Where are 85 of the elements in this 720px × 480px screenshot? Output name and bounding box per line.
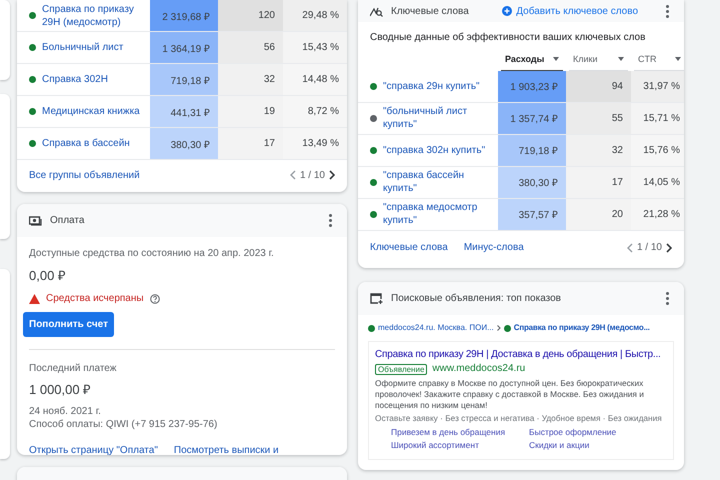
page-counter: 1 / 10 <box>636 242 662 253</box>
ad-callouts: Оставьте заявку · Без стресса и негатива · Удобное время · Без ожидания <box>375 413 663 425</box>
last-payment-amount: 1 000,00 ₽ <box>29 381 92 399</box>
table-cell: 719,18 ₽ <box>150 64 218 96</box>
table-cell: 17 <box>218 128 283 160</box>
table-cell: 14,48 % <box>283 64 347 96</box>
row-link[interactable]: Справка 302Н <box>42 73 108 86</box>
ad-description: Оформите справку в Москве по доступной цен. Без бюрократических проволочек! Закажите справку с доставкой в Москве. Без ожидания и посещения по низким ценам! <box>375 378 645 412</box>
sitelink[interactable]: Скидки и акции <box>529 440 667 451</box>
table-cell: 94 <box>566 70 631 102</box>
last-payment-date: 24 нояб. 2021 г. <box>29 404 102 418</box>
payment-method: Способ оплаты: QIWI (+7 915 237-95-76) <box>29 418 218 432</box>
table-cell: 15,71 % <box>631 102 684 134</box>
table-cell: 20 <box>566 198 631 230</box>
table-cell: 31,97 % <box>631 70 684 102</box>
sitelink[interactable]: Широкий ассортимент <box>391 440 529 451</box>
warning-text: Средства исчерпаны <box>46 292 144 306</box>
ad-url: www.meddocos24.ru <box>432 362 526 376</box>
table-cell: 19 <box>218 96 283 128</box>
table-cell: 357,57 ₽ <box>498 198 566 230</box>
status-dot <box>504 324 511 332</box>
ad-headline[interactable]: Справка по приказу 29Н | Доставка в день обращения | Быстр... <box>375 348 667 362</box>
row-link[interactable]: "справка медосмотр купить" <box>383 201 490 227</box>
card-title: Оплата <box>50 215 86 226</box>
row-link[interactable]: Медицинская книжка <box>42 105 140 118</box>
campaign-link[interactable]: meddocos24.ru. Москва. ПОИ... <box>378 323 494 334</box>
payment-link[interactable]: Посмотреть выписки и <box>174 444 279 455</box>
row-link[interactable]: "справка бассейн купить" <box>383 169 490 195</box>
add-icon <box>502 6 512 16</box>
next-page-button[interactable] <box>666 242 672 252</box>
table-cell: 56 <box>218 32 283 64</box>
table-cell: 13,49 % <box>283 128 347 160</box>
table-cell: 380,30 ₽ <box>498 166 566 198</box>
payment-link[interactable]: Открыть страницу "Оплата" <box>29 444 158 455</box>
sitelink[interactable]: Быстрое оформление <box>529 426 667 438</box>
table-cell: 8,72 % <box>283 96 347 128</box>
row-link[interactable]: Справка по приказу 29Н (медосмотр) <box>42 2 142 28</box>
table-cell: 32 <box>566 134 631 166</box>
add-keyword-button[interactable]: Добавить ключевое слово <box>502 6 638 16</box>
keyword-search-icon <box>370 6 383 16</box>
keywords-link[interactable]: Минус-слова <box>464 241 524 254</box>
keywords-summary-title: Сводные данные об эффективности ваших ключевых слов <box>370 31 646 44</box>
table-cell: 1 357,74 ₽ <box>498 102 566 134</box>
previous-page-button[interactable] <box>290 170 296 180</box>
row-link[interactable]: "справка 302н купить" <box>383 144 486 156</box>
balance-amount: 0,00 ₽ <box>29 266 67 284</box>
table-cell: 380,30 ₽ <box>150 128 218 160</box>
table-cell: 120 <box>218 0 283 32</box>
all-ad-groups-link[interactable]: Все группы объявлений <box>29 168 140 182</box>
row-link[interactable]: Справка в бассейн <box>42 137 130 150</box>
next-page-button[interactable] <box>329 170 335 180</box>
row-link[interactable]: Больничный лист <box>42 41 124 54</box>
ad-group-link[interactable]: Справка по приказу 29Н (медосмо... <box>514 323 650 334</box>
help-icon <box>150 294 160 304</box>
table-cell: 29,48 % <box>283 0 347 32</box>
last-payment-label: Последний платеж <box>29 362 118 376</box>
row-link[interactable]: "справка 29н купить" <box>383 80 480 92</box>
top-up-button[interactable]: Пополнить счет <box>23 312 114 337</box>
table-cell: 21,28 % <box>631 198 684 230</box>
warning-icon <box>29 294 40 304</box>
table-cell: 2 319,68 ₽ <box>150 0 218 32</box>
card-title: Поисковые объявления: топ показов <box>391 293 562 304</box>
available-funds-label: Доступные средства по состоянию на 20 апр. 2023 г. <box>29 247 275 260</box>
table-cell: 55 <box>566 102 631 134</box>
chevron-icon <box>496 325 501 332</box>
card-title: Ключевые слова <box>391 6 470 16</box>
table-cell: 15,43 % <box>283 32 347 64</box>
previous-page-button[interactable] <box>626 242 633 252</box>
table-cell: 17 <box>566 166 631 198</box>
sitelink[interactable]: Привезем в день обращения <box>391 426 529 438</box>
table-cell: 1 903,23 ₽ <box>498 70 566 102</box>
table-cell: 719,18 ₽ <box>498 134 566 166</box>
row-link[interactable]: "больничный лист купить" <box>383 105 490 131</box>
keywords-link[interactable]: Ключевые слова <box>370 241 448 254</box>
ad-window-icon <box>370 293 383 304</box>
table-cell: 32 <box>218 64 283 96</box>
banknote-icon <box>29 216 42 226</box>
status-dot <box>368 324 375 332</box>
table-cell: 441,31 ₽ <box>150 96 218 128</box>
table-cell: 1 364,19 ₽ <box>150 32 218 64</box>
page-counter: 1 / 10 <box>300 170 325 180</box>
table-cell: 14,05 % <box>631 166 684 198</box>
column-sort-header[interactable]: CTR <box>634 48 684 70</box>
ad-label: Объявление <box>375 364 428 375</box>
table-cell: 15,76 % <box>631 134 684 166</box>
